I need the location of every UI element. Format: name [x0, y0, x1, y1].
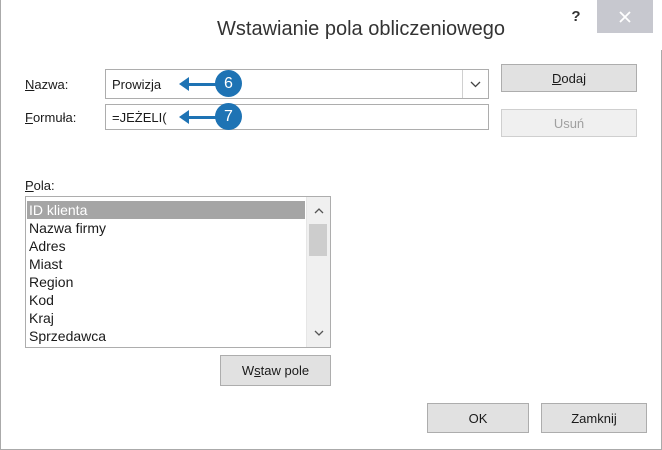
list-item[interactable]: Region: [27, 273, 305, 291]
chevron-down-icon: [470, 81, 481, 87]
formula-value: =JEŻELI(: [112, 109, 167, 125]
name-combobox[interactable]: Prowizja: [105, 69, 489, 99]
callout-badge-7: 7: [215, 103, 242, 130]
name-dropdown-button[interactable]: [462, 70, 488, 98]
insert-field-button[interactable]: Ws taw pole: [220, 355, 331, 386]
scroll-up-button[interactable]: [307, 201, 330, 221]
list-item[interactable]: Adres: [27, 237, 305, 255]
scroll-down-button[interactable]: [307, 323, 330, 343]
dialog-title: Wstawianie pola obliczeniowego: [217, 18, 505, 40]
ok-button[interactable]: OK: [427, 403, 529, 433]
delete-button[interactable]: Usuń: [501, 109, 637, 137]
scroll-thumb[interactable]: [309, 224, 327, 256]
chevron-up-icon: [314, 208, 324, 214]
callout-badge-6: 6: [215, 70, 242, 97]
name-value: Prowizja: [112, 76, 162, 92]
list-item[interactable]: Kraj: [27, 309, 305, 327]
close-button[interactable]: Zamknij: [541, 403, 647, 433]
list-item[interactable]: Miast: [27, 255, 305, 273]
list-item[interactable]: Nazwa firmy: [27, 219, 305, 237]
help-button[interactable]: ?: [561, 8, 591, 30]
list-item[interactable]: Sprzedawca: [27, 327, 305, 345]
name-label: Nazwa:: [25, 77, 69, 92]
fields-scrollbar[interactable]: [306, 197, 330, 347]
formula-input[interactable]: =JEŻELI(: [105, 104, 489, 130]
chevron-down-icon: [314, 330, 324, 336]
list-item[interactable]: ID klienta: [27, 201, 305, 219]
fields-label: Pola:: [25, 178, 55, 193]
close-window-button[interactable]: [597, 0, 653, 33]
formula-label: Formuła:: [25, 110, 77, 125]
fields-listbox[interactable]: ID klienta Nazwa firmy Adres Miast Regio…: [25, 196, 331, 348]
list-item[interactable]: Kod: [27, 291, 305, 309]
calculated-field-dialog: Wstawianie pola obliczeniowego ? Nazwa: …: [0, 0, 662, 450]
close-icon: [619, 10, 631, 23]
title-bar: Wstawianie pola obliczeniowego ?: [1, 0, 662, 50]
add-button[interactable]: Dodaj: [501, 64, 637, 92]
